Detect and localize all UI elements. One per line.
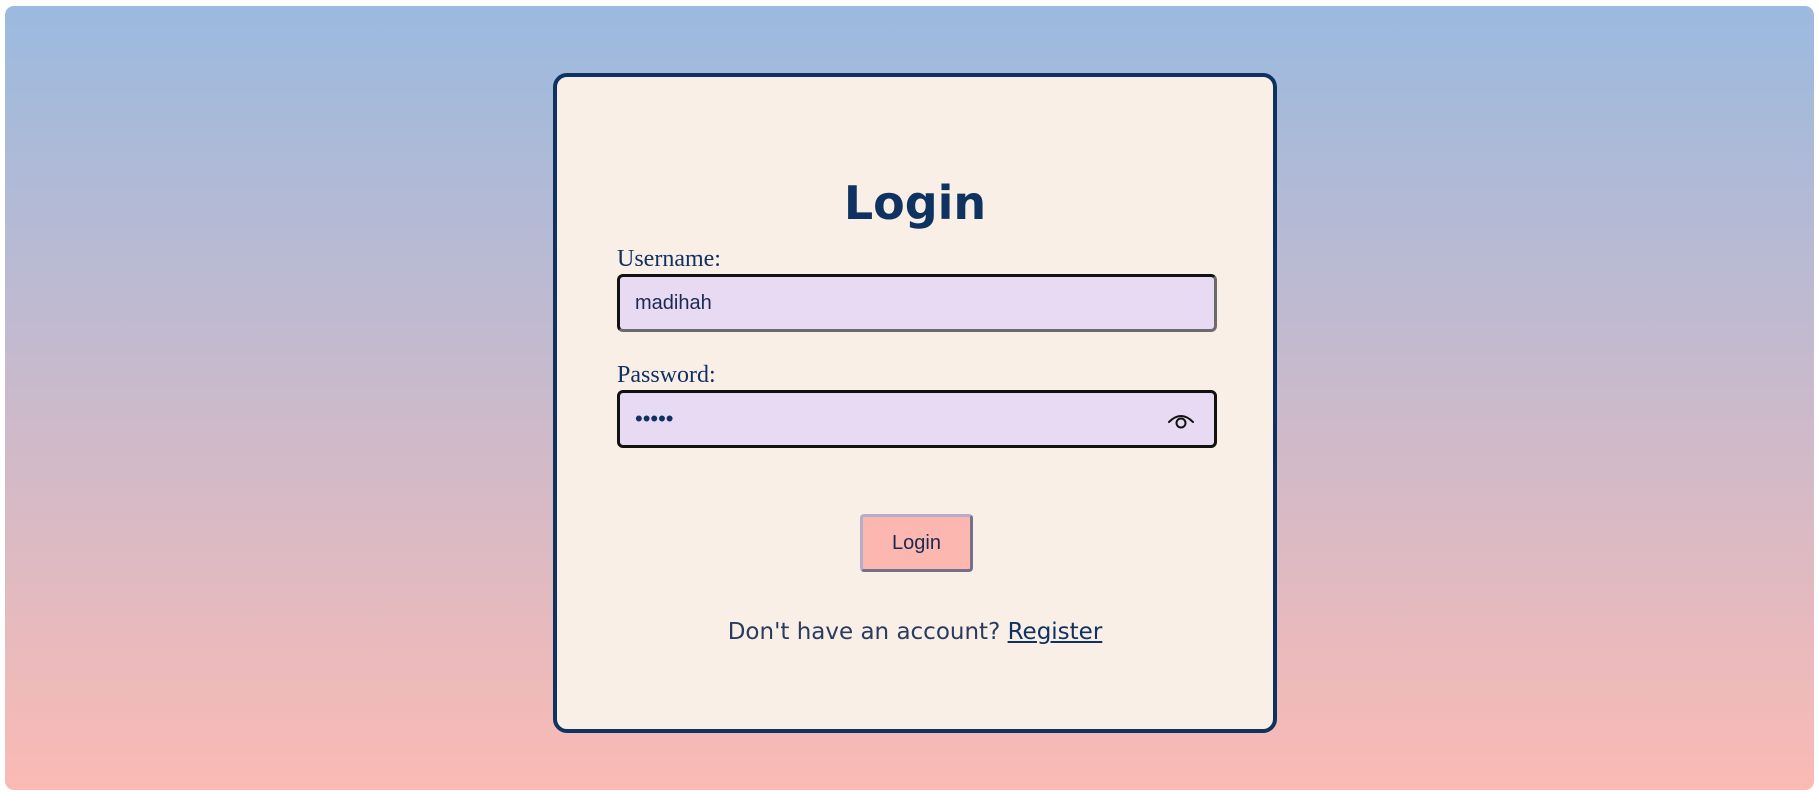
register-prompt: Don't have an account? Register bbox=[557, 616, 1273, 648]
password-field-box bbox=[617, 390, 1217, 448]
password-input[interactable] bbox=[635, 393, 1175, 445]
username-field-box bbox=[617, 274, 1217, 332]
username-input[interactable] bbox=[635, 277, 1175, 329]
username-label: Username: bbox=[617, 246, 721, 272]
register-link[interactable]: Register bbox=[1008, 619, 1103, 645]
login-button[interactable]: Login bbox=[860, 514, 973, 572]
page-title: Login bbox=[843, 176, 987, 230]
page-background: Login Username: Password: Login Don't ha… bbox=[5, 6, 1814, 790]
register-prompt-text: Don't have an account? bbox=[727, 619, 1001, 645]
eye-icon[interactable] bbox=[1166, 408, 1196, 432]
login-card: Login Username: Password: Login Don't ha… bbox=[553, 73, 1277, 733]
password-label: Password: bbox=[617, 362, 716, 388]
